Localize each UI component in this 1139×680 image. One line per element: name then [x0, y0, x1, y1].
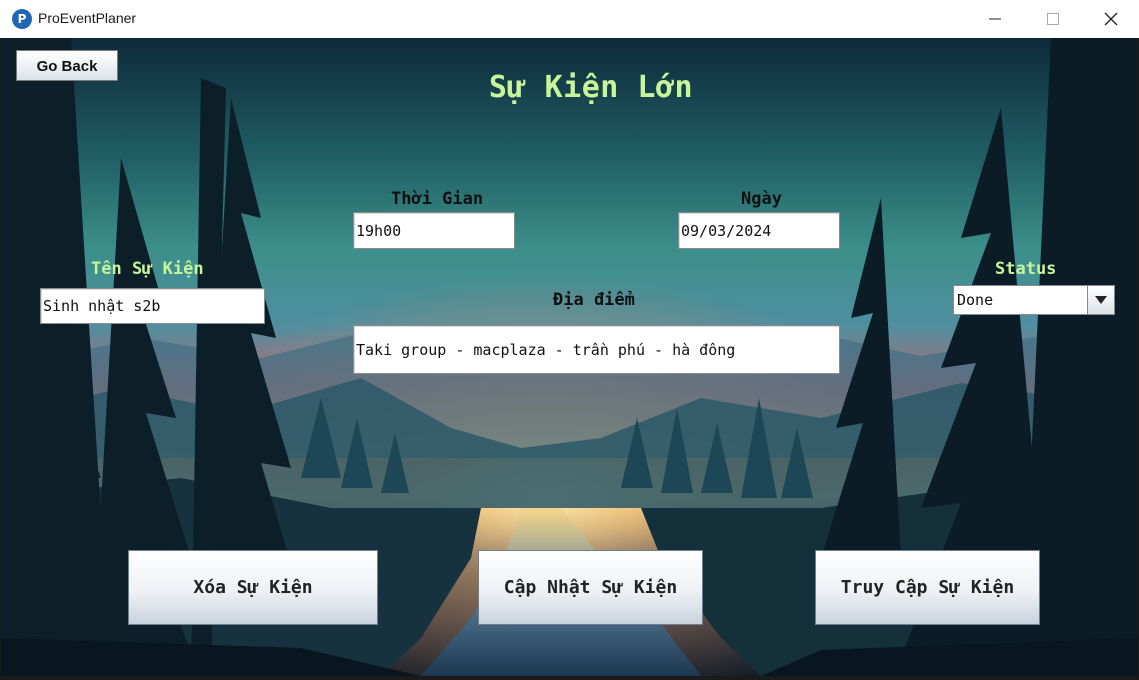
date-field[interactable]: 09/03/2024 — [678, 212, 840, 249]
minimize-icon[interactable] — [966, 0, 1024, 38]
chevron-down-icon[interactable] — [1087, 286, 1114, 314]
time-label: Thời Gian — [391, 189, 484, 209]
event-name-label: Tên Sự Kiện — [91, 259, 204, 279]
maximize-icon[interactable] — [1024, 0, 1082, 38]
app-logo-icon: P — [12, 9, 32, 29]
update-event-button[interactable]: Cập Nhật Sự Kiện — [478, 550, 703, 625]
event-name-field[interactable]: Sinh nhật s2b — [40, 288, 265, 324]
app-window: P ProEventPlaner Go Back Sự Kiện Lớn Thờ… — [0, 0, 1139, 680]
window-title: ProEventPlaner — [38, 10, 137, 26]
status-selected-value: Done — [957, 291, 994, 309]
access-event-button[interactable]: Truy Cập Sự Kiện — [815, 550, 1040, 625]
time-field[interactable]: 19h00 — [353, 212, 515, 249]
page-title: Sự Kiện Lớn — [488, 70, 694, 105]
close-icon[interactable] — [1082, 0, 1139, 38]
status-select[interactable]: Done — [953, 285, 1115, 315]
delete-event-button[interactable]: Xóa Sự Kiện — [128, 550, 378, 625]
date-label: Ngày — [741, 189, 782, 209]
location-label: Địa điểm — [553, 290, 635, 310]
title-bar: P ProEventPlaner — [0, 0, 1139, 38]
main-panel: Go Back Sự Kiện Lớn Thời Gian 19h00 Ngày… — [1, 38, 1138, 676]
status-label: Status — [995, 259, 1057, 279]
location-field[interactable]: Taki group - macplaza - trần phú - hà đô… — [353, 325, 840, 374]
go-back-button[interactable]: Go Back — [16, 50, 118, 81]
